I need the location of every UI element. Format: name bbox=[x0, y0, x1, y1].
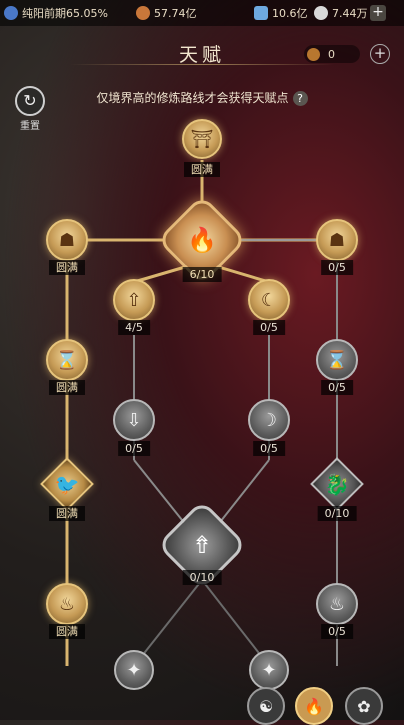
crest-icon: ✦ bbox=[126, 659, 142, 681]
moon-arrow-icon: ☾ bbox=[260, 289, 278, 311]
path-icon-3: ✿ bbox=[357, 696, 371, 716]
talent-node-center-label: 6/10 bbox=[182, 267, 222, 282]
path-tab-3[interactable]: ✿ bbox=[345, 687, 383, 725]
talent-node-left-3-label: 圆满 bbox=[49, 506, 85, 521]
talent-node-right-2-label: 0/5 bbox=[321, 380, 353, 395]
talent-node-right-2[interactable]: ⌛ bbox=[316, 339, 358, 381]
path-tab-1[interactable]: ☯ bbox=[247, 687, 285, 725]
talent-node-right-3-label: 0/10 bbox=[317, 506, 357, 521]
fire-icon: ♨ bbox=[58, 593, 76, 615]
talent-node-center-big-label: 0/10 bbox=[182, 570, 222, 585]
talent-node-center-left-2[interactable]: ⇩ bbox=[113, 399, 155, 441]
talent-node-right-top-label: 0/5 bbox=[321, 260, 353, 275]
talent-node-center-right-2[interactable]: ☽ bbox=[248, 399, 290, 441]
talent-node-right-top[interactable]: ☗ bbox=[316, 219, 358, 261]
talent-node-center-left-2-label: 0/5 bbox=[118, 441, 150, 456]
talent-node-left-2-label: 圆满 bbox=[49, 380, 85, 395]
talent-node-bottom-right[interactable]: ✦ bbox=[249, 650, 289, 690]
demon-mask-icon: ☗ bbox=[58, 229, 76, 251]
demon-mask-icon: ☗ bbox=[328, 229, 346, 251]
flame-arrow-icon: ⇮ bbox=[191, 530, 213, 559]
fire-icon: ♨ bbox=[328, 593, 346, 615]
talent-node-center-right-1[interactable]: ☾ bbox=[248, 279, 290, 321]
talent-node-center-left-1-label: 4/5 bbox=[118, 320, 150, 335]
flame-icon: 🔥 bbox=[187, 225, 217, 254]
talent-node-root-label: 圆满 bbox=[184, 162, 220, 177]
hourglass-icon: ⌛ bbox=[325, 349, 349, 371]
hourglass-icon: ⌛ bbox=[55, 349, 79, 371]
talent-node-center-right-1-label: 0/5 bbox=[253, 320, 285, 335]
talent-node-left-top-label: 圆满 bbox=[49, 260, 85, 275]
arrow-up-icon: ⇧ bbox=[126, 289, 142, 311]
talent-node-left-4-label: 圆满 bbox=[49, 624, 85, 639]
shrine-icon: ⛩ bbox=[190, 128, 214, 150]
path-icon-2: 🔥 bbox=[304, 696, 324, 716]
talent-node-right-4[interactable]: ♨ bbox=[316, 583, 358, 625]
talent-node-left-top[interactable]: ☗ bbox=[46, 219, 88, 261]
talent-node-center-left-1[interactable]: ⇧ bbox=[113, 279, 155, 321]
talent-node-right-4-label: 0/5 bbox=[321, 624, 353, 639]
talent-node-bottom-left[interactable]: ✦ bbox=[114, 650, 154, 690]
path-tab-2[interactable]: 🔥 bbox=[295, 687, 333, 725]
moon-icon: ☽ bbox=[260, 409, 278, 431]
talent-node-root[interactable]: ⛩ bbox=[182, 119, 222, 159]
talent-node-left-4[interactable]: ♨ bbox=[46, 583, 88, 625]
arrow-down-icon: ⇩ bbox=[126, 409, 142, 431]
dragon-icon: 🐉 bbox=[324, 472, 350, 496]
talent-node-center-right-2-label: 0/5 bbox=[253, 441, 285, 456]
talent-node-left-2[interactable]: ⌛ bbox=[46, 339, 88, 381]
crest-icon: ✦ bbox=[261, 659, 277, 681]
bird-icon: 🐦 bbox=[54, 472, 80, 496]
path-icon-1: ☯ bbox=[258, 696, 274, 716]
